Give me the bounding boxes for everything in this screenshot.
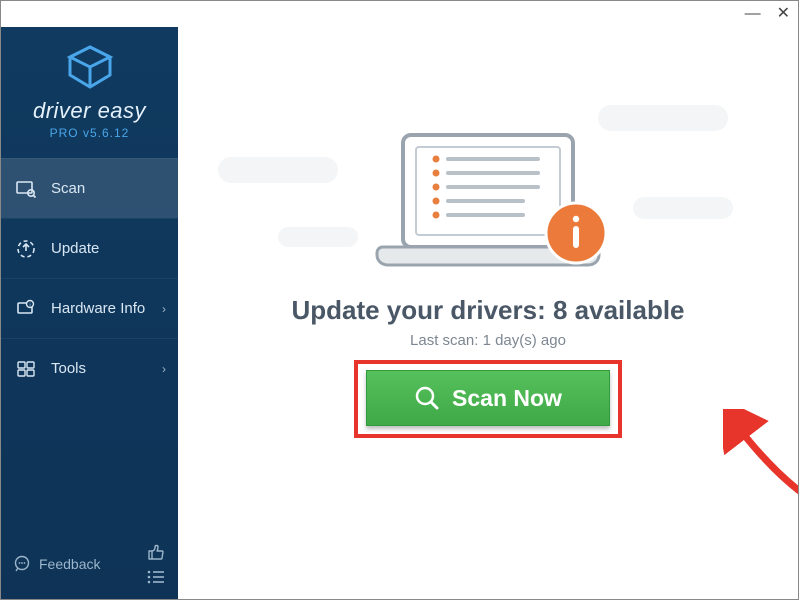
tools-icon: [15, 358, 37, 380]
scan-now-label: Scan Now: [452, 385, 562, 412]
sidebar-item-hardware-info[interactable]: i Hardware Info ›: [1, 278, 178, 338]
app-logo-icon: [65, 45, 115, 89]
sidebar-footer: Feedback: [1, 533, 178, 599]
hardware-icon: i: [15, 298, 37, 320]
svg-text:i: i: [29, 302, 30, 308]
sidebar-item-label: Scan: [51, 180, 85, 197]
sidebar-item-label: Tools: [51, 360, 86, 377]
decorative-cloud: [278, 227, 358, 247]
scan-now-button[interactable]: Scan Now: [366, 370, 610, 426]
chevron-right-icon: ›: [162, 302, 166, 316]
main-pane: Update your drivers: 8 available Last sc…: [178, 27, 798, 599]
brand-name: driver easy: [1, 98, 178, 124]
nav: Scan Update i Hardware Info ›: [1, 158, 178, 398]
list-icon[interactable]: [146, 569, 166, 585]
sidebar-item-label: Hardware Info: [51, 300, 145, 317]
feedback-label: Feedback: [39, 556, 100, 572]
decorative-cloud: [218, 157, 338, 183]
sidebar: driver easy PRO v5.6.12 Scan Update: [1, 27, 178, 599]
update-icon: [15, 238, 37, 260]
decorative-cloud: [633, 197, 733, 219]
sidebar-item-tools[interactable]: Tools ›: [1, 338, 178, 398]
close-button[interactable]: ✕: [777, 6, 790, 22]
sidebar-item-label: Update: [51, 240, 99, 257]
scan-icon: [15, 178, 37, 200]
last-scan-text: Last scan: 1 day(s) ago: [178, 332, 798, 349]
headline-text: Update your drivers: 8 available: [178, 295, 798, 326]
minimize-button[interactable]: —: [745, 6, 761, 22]
logo-block: driver easy PRO v5.6.12: [1, 27, 178, 150]
app-body: driver easy PRO v5.6.12 Scan Update: [1, 27, 798, 599]
footer-icons: [146, 543, 166, 585]
sidebar-item-scan[interactable]: Scan: [1, 158, 178, 218]
feedback-icon: [13, 555, 31, 573]
titlebar: — ✕: [1, 1, 798, 27]
thumbs-up-icon[interactable]: [146, 543, 166, 561]
laptop-illustration: [358, 127, 618, 277]
search-icon: [414, 385, 440, 411]
chevron-right-icon: ›: [162, 362, 166, 376]
version-label: PRO v5.6.12: [1, 126, 178, 140]
app-window: — ✕ driver easy PRO v5.6.12 Scan: [0, 0, 799, 600]
feedback-button[interactable]: Feedback: [13, 555, 100, 573]
sidebar-item-update[interactable]: Update: [1, 218, 178, 278]
annotation-arrow: [723, 409, 799, 519]
